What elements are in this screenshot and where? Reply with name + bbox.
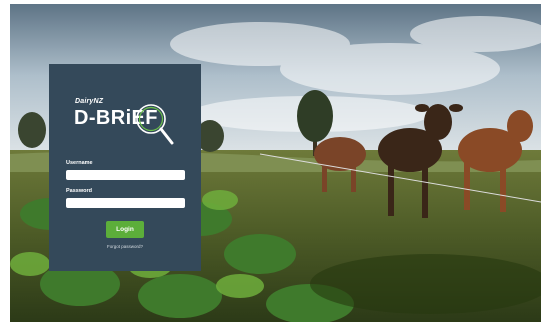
- forgot-password-link[interactable]: Forgot password?: [49, 244, 201, 249]
- page-frame: DairyNZ D-BRiEF Username Password Login …: [0, 0, 543, 324]
- username-input[interactable]: [66, 170, 185, 180]
- brand-logo-text: DairyNZ: [75, 98, 104, 105]
- username-label: Username: [66, 160, 93, 166]
- magnifier-icon: [136, 104, 174, 145]
- password-input[interactable]: [66, 198, 185, 208]
- login-button[interactable]: Login: [106, 221, 144, 238]
- password-label: Password: [66, 188, 92, 194]
- login-panel: DairyNZ D-BRiEF Username Password Login …: [49, 64, 201, 271]
